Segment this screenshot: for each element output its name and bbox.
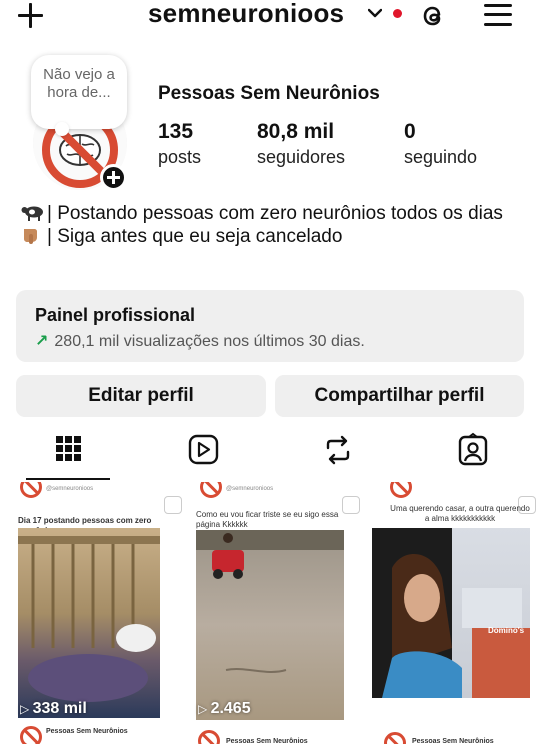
stat-label: seguidores	[257, 147, 346, 167]
stat-following[interactable]: 0 seguindo	[404, 120, 477, 170]
bio-line: | Postando pessoas com zero neurônios to…	[47, 203, 503, 224]
create-plus-icon[interactable]	[16, 2, 46, 30]
stat-value: 135	[158, 120, 194, 143]
post-caption: Como eu vou ficar triste se eu sigo essa…	[196, 510, 339, 529]
mini-logo-icon	[200, 482, 222, 498]
reposts-icon[interactable]	[318, 431, 358, 469]
post-thumbnail[interactable]: Uma querendo casar, a outra querendo a a…	[370, 482, 540, 720]
post-thumbnail-row2[interactable]: Pessoas Sem Neurônios	[16, 722, 190, 744]
post-thumbnail-row2[interactable]: Pessoas Sem Neurônios	[370, 722, 540, 744]
trend-up-icon: ↗	[35, 333, 49, 350]
notification-dot	[393, 9, 402, 18]
stat-label: seguindo	[404, 147, 478, 167]
mini-logo-icon	[198, 730, 220, 744]
edit-profile-button[interactable]: Editar perfil	[16, 375, 266, 417]
dashboard-views-text: 280,1 mil visualizações nos últimos 30 d…	[54, 333, 365, 350]
stat-value: 80,8 mil	[257, 120, 335, 143]
dashboard-title: Painel profissional	[35, 305, 196, 325]
profile-bio: | Postando pessoas com zero neurônios to…	[21, 202, 521, 248]
stat-followers[interactable]: 80,8 mil seguidores	[257, 120, 345, 170]
professional-dashboard[interactable]: Painel profissional ↗ 280,1 mil visualiza…	[16, 290, 524, 362]
reels-icon[interactable]	[183, 431, 223, 469]
post-thumbnail[interactable]: @semneuronioos Dia 17 postando pessoas c…	[16, 482, 190, 720]
grid-icon[interactable]	[48, 431, 88, 469]
profile-note[interactable]: Não vejo a hora de...	[31, 55, 127, 136]
post-account-name: Pessoas Sem Neurônios	[46, 728, 128, 735]
profile-username[interactable]: semneuronioos	[148, 0, 344, 29]
stat-posts[interactable]: 135 posts	[158, 120, 201, 170]
stat-label: posts	[158, 147, 202, 167]
post-image	[18, 528, 160, 718]
threads-icon[interactable]	[418, 1, 448, 31]
tagged-icon[interactable]	[453, 431, 493, 469]
post-image	[196, 530, 344, 720]
menu-icon[interactable]	[484, 3, 512, 27]
mini-logo-icon	[390, 482, 412, 498]
profile-full-name: Pessoas Sem Neurônios	[158, 83, 380, 104]
sign-text: Domino's	[488, 626, 525, 635]
post-handle: @semneuronioos	[46, 486, 94, 492]
top-bar: semneuronioos	[0, 0, 540, 32]
ox-emoji-icon	[21, 206, 43, 221]
mini-logo-icon	[20, 726, 42, 744]
chevron-down-icon[interactable]	[368, 8, 382, 18]
add-story-icon[interactable]	[100, 164, 127, 191]
post-views: 338 mil	[20, 700, 87, 718]
post-views: 2.465	[198, 700, 251, 718]
mini-logo-icon	[20, 482, 42, 498]
post-handle: @semneuronioos	[226, 486, 274, 492]
post-image	[372, 528, 530, 698]
dashboard-subtitle: ↗ 280,1 mil visualizações nos últimos 30 …	[35, 331, 365, 351]
active-tab-indicator	[26, 478, 110, 480]
pin-icon	[164, 496, 182, 514]
mini-logo-icon	[384, 732, 406, 744]
stat-value: 0	[404, 120, 416, 143]
pointing-hand-emoji-icon	[24, 229, 37, 244]
post-account-name: Pessoas Sem Neurônios	[412, 738, 494, 744]
post-caption: Uma querendo casar, a outra querendo a a…	[390, 504, 530, 523]
share-profile-button[interactable]: Compartilhar perfil	[275, 375, 524, 417]
post-account-name: Pessoas Sem Neurônios	[226, 738, 308, 744]
bio-line: | Siga antes que eu seja cancelado	[47, 226, 343, 247]
post-thumbnail-row2[interactable]: Pessoas Sem Neurônios	[194, 722, 368, 744]
post-thumbnail[interactable]: @semneuronioos Como eu vou ficar triste …	[194, 482, 368, 720]
